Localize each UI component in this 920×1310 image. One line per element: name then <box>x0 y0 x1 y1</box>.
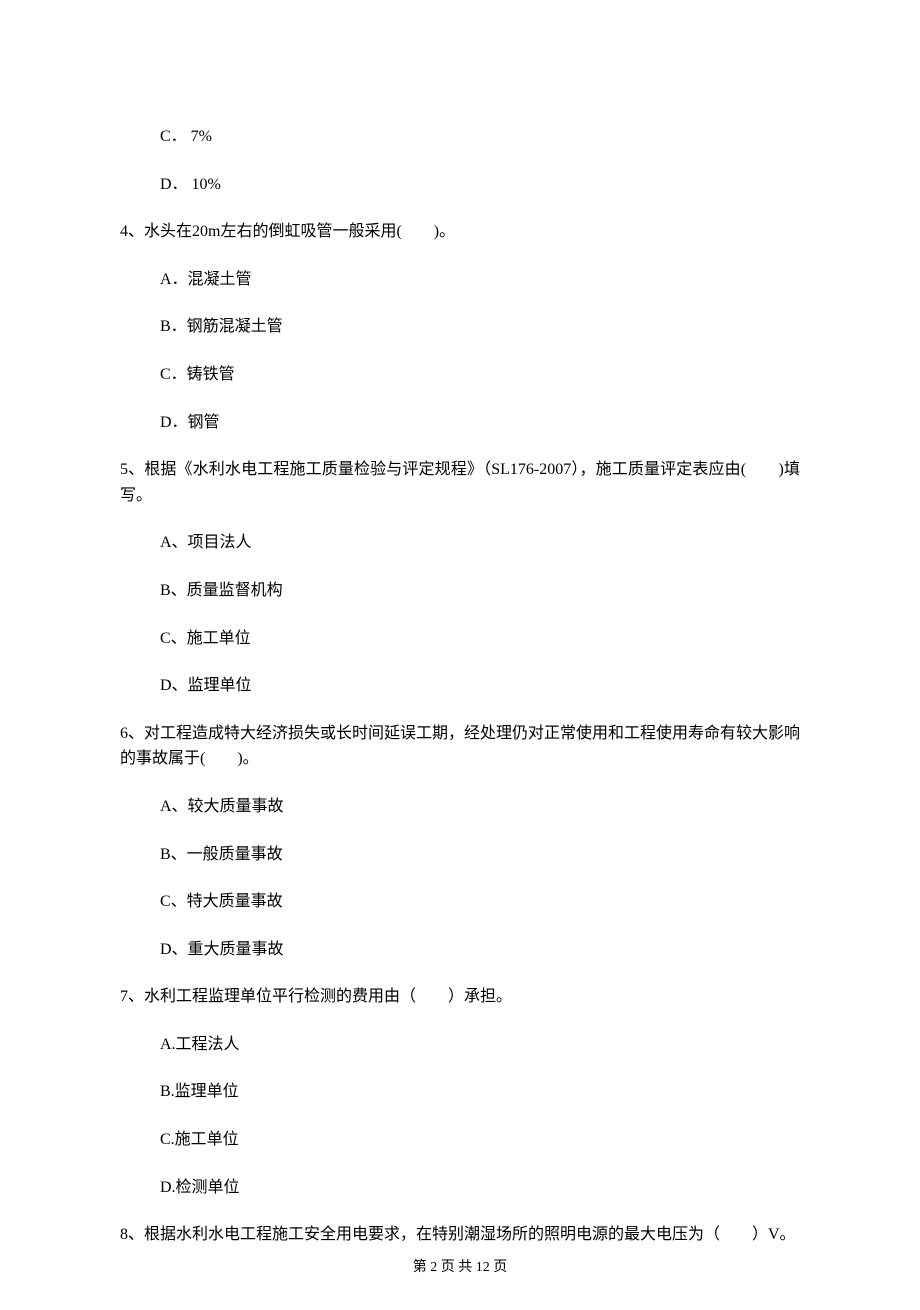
q5-text: 5、根据《水利水电工程施工质量检验与评定规程》（SL176-2007），施工质量… <box>120 457 800 508</box>
q6-option-d: D、重大质量事故 <box>120 937 800 963</box>
q5-option-c: C、施工单位 <box>120 626 800 652</box>
q5-option-b: B、质量监督机构 <box>120 578 800 604</box>
q5-option-d: D、监理单位 <box>120 673 800 699</box>
q5-option-a: A、项目法人 <box>120 530 800 556</box>
q7-option-a: A.工程法人 <box>120 1032 800 1058</box>
q3-option-c: C． 7% <box>120 124 800 150</box>
q6-text: 6、对工程造成特大经济损失或长时间延误工期，经处理仍对正常使用和工程使用寿命有较… <box>120 721 800 772</box>
q7-option-d: D.检测单位 <box>120 1175 800 1201</box>
q4-option-c: C．铸铁管 <box>120 362 800 388</box>
q8-text: 8、根据水利水电工程施工安全用电要求，在特别潮湿场所的照明电源的最大电压为（ ）… <box>120 1222 800 1248</box>
document-page: C． 7% D． 10% 4、水头在20m左右的倒虹吸管一般采用( )。 A．混… <box>0 0 920 1310</box>
q6-option-c: C、特大质量事故 <box>120 889 800 915</box>
q4-option-b: B．钢筋混凝土管 <box>120 314 800 340</box>
q4-option-d: D．钢管 <box>120 410 800 436</box>
q7-option-c: C.施工单位 <box>120 1127 800 1153</box>
page-footer: 第 2 页 共 12 页 <box>0 1257 920 1279</box>
q4-text: 4、水头在20m左右的倒虹吸管一般采用( )。 <box>120 219 800 245</box>
q6-option-a: A、较大质量事故 <box>120 794 800 820</box>
q7-option-b: B.监理单位 <box>120 1079 800 1105</box>
q6-option-b: B、一般质量事故 <box>120 842 800 868</box>
q4-option-a: A．混凝土管 <box>120 267 800 293</box>
q7-text: 7、水利工程监理单位平行检测的费用由（ ）承担。 <box>120 984 800 1010</box>
q3-option-d: D． 10% <box>120 172 800 198</box>
